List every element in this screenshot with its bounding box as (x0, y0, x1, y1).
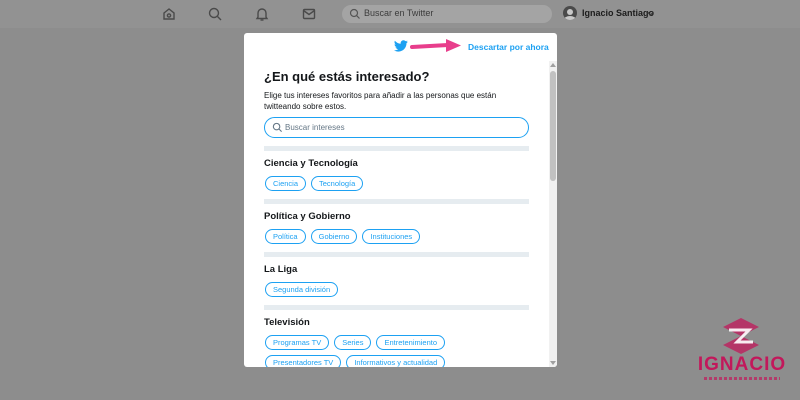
interests-modal: Descartar por ahora ¿En qué estás intere… (244, 33, 557, 367)
section-title-laliga: La Liga (264, 264, 298, 275)
section-title-tv: Televisión (264, 317, 310, 328)
twitter-search-placeholder: Buscar en Twitter (364, 8, 434, 18)
modal-body: ¿En qué estás interesado? Elige tus inte… (244, 61, 549, 367)
chip-row-tv-2: Presentadores TV Informativos y actualid… (265, 355, 446, 367)
brand-logo-icon (723, 318, 759, 354)
section-divider (264, 146, 529, 151)
interest-chip[interactable]: Series (334, 335, 372, 350)
chevron-down-icon[interactable] (646, 9, 655, 18)
modal-scrollbar[interactable] (549, 61, 557, 367)
dismiss-for-now-link[interactable]: Descartar por ahora (468, 42, 549, 52)
chip-row-politics: Política Gobierno Instituciones (265, 229, 421, 244)
search-icon (349, 8, 360, 19)
interest-chip[interactable]: Programas TV (265, 335, 330, 350)
highlight-arrow-icon (410, 39, 461, 52)
messages-icon[interactable] (301, 6, 317, 22)
interest-chip[interactable]: Gobierno (310, 229, 358, 244)
interest-chip[interactable]: Ciencia (265, 176, 307, 191)
section-divider (264, 305, 529, 310)
interest-chip[interactable]: Entretenimiento (376, 335, 446, 350)
twitter-bird-icon (394, 40, 408, 52)
chip-row-laliga: Segunda división (265, 282, 339, 297)
modal-header: Descartar por ahora (244, 33, 557, 61)
interest-chip[interactable]: Política (265, 229, 306, 244)
scroll-up-arrow-icon[interactable] (550, 63, 556, 67)
brand-tagline-line (704, 377, 780, 380)
brand-watermark: IGNACIO (692, 316, 792, 386)
notifications-icon[interactable] (254, 6, 270, 22)
section-divider (264, 252, 529, 257)
section-divider (264, 199, 529, 204)
interest-chip[interactable]: Segunda división (265, 282, 339, 297)
home-icon[interactable] (161, 6, 177, 22)
interest-chip[interactable]: Instituciones (362, 229, 421, 244)
section-title-politics: Política y Gobierno (264, 211, 351, 222)
page-title: ¿En qué estás interesado? (264, 69, 430, 84)
scroll-down-arrow-icon[interactable] (550, 361, 556, 365)
search-icon (272, 122, 283, 133)
top-navigation-bar: Buscar en Twitter Ignacio Santiago (0, 0, 800, 28)
chip-row-tv-1: Programas TV Series Entretenimiento (265, 335, 446, 350)
interest-chip[interactable]: Informativos y actualidad (346, 355, 446, 367)
section-title-science: Ciencia y Tecnología (264, 158, 358, 169)
avatar[interactable] (563, 6, 577, 20)
interest-chip[interactable]: Tecnología (311, 176, 364, 191)
interest-chip[interactable]: Presentadores TV (265, 355, 342, 367)
explore-icon[interactable] (207, 6, 223, 22)
modal-description: Elige tus intereses favoritos para añadi… (264, 91, 497, 111)
chip-row-science: Ciencia Tecnología (265, 176, 364, 191)
user-name[interactable]: Ignacio Santiago (582, 8, 654, 18)
twitter-search-input[interactable]: Buscar en Twitter (342, 5, 552, 23)
interests-search-field[interactable] (264, 117, 529, 138)
interests-search-input[interactable] (285, 121, 520, 134)
scroll-thumb[interactable] (550, 71, 556, 181)
brand-name: IGNACIO (697, 354, 787, 375)
